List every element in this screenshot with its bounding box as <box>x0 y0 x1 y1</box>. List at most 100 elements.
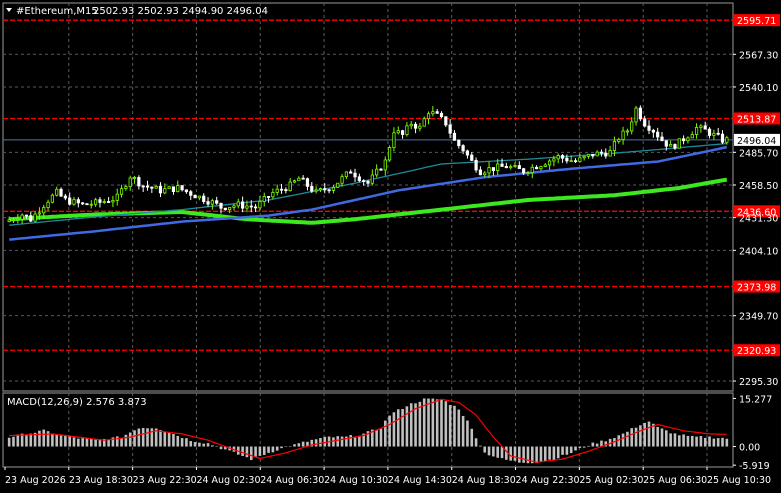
macd-histogram-bar <box>163 431 167 447</box>
candle-body <box>42 207 46 214</box>
candle-body <box>150 186 154 189</box>
candle-body <box>418 125 422 129</box>
candle-body <box>452 132 457 141</box>
macd-tick-label: -5.919 <box>739 461 770 472</box>
macd-histogram-bar <box>621 433 625 447</box>
candle-body <box>630 121 634 132</box>
candle-body <box>556 155 560 160</box>
macd-histogram-bar <box>409 403 413 447</box>
candle-body <box>37 212 42 215</box>
macd-histogram-bar <box>474 438 478 447</box>
macd-histogram-bar <box>708 436 711 447</box>
macd-histogram-bar <box>275 446 279 451</box>
candle-body <box>595 151 599 157</box>
candle-body <box>210 200 214 205</box>
macd-histogram-bar <box>297 443 301 447</box>
macd-histogram-bar <box>245 446 249 458</box>
candle-body <box>712 132 716 136</box>
level-label: 2320.93 <box>737 346 776 357</box>
candle-body <box>392 132 396 148</box>
candle-body <box>197 195 201 199</box>
candle-body <box>171 186 176 193</box>
macd-histogram-bar <box>716 438 720 447</box>
macd-histogram-bar <box>193 442 197 447</box>
macd-label: MACD(12,26,9) 2.576 3.873 <box>7 397 147 408</box>
candle-body <box>145 185 150 188</box>
macd-histogram-bar <box>401 408 404 447</box>
candle-body <box>323 188 327 191</box>
candle-body <box>457 139 461 147</box>
macd-histogram-bar <box>647 421 651 447</box>
candle-body <box>578 157 582 162</box>
chart-canvas[interactable]: 2595.712513.872436.602373.982320.932496.… <box>0 0 781 489</box>
macd-histogram-bar <box>314 439 318 447</box>
candle-body <box>85 203 89 206</box>
candle-body <box>517 165 521 170</box>
macd-histogram-bar <box>543 446 547 462</box>
candle-body <box>301 177 305 180</box>
macd-histogram-bar <box>561 446 564 455</box>
candle-body <box>543 164 547 167</box>
candle-body <box>625 130 630 133</box>
candle-body <box>314 189 318 192</box>
macd-histogram-bar <box>59 434 63 447</box>
candle-body <box>236 201 240 207</box>
macd-histogram-bar <box>535 446 538 464</box>
time-tick-label: 24 Aug 10:30 <box>324 475 388 486</box>
candle-body <box>539 166 543 170</box>
candle-body <box>81 202 85 205</box>
macd-histogram-bar <box>215 446 218 448</box>
ohlc-values: 2502.93 2502.93 2494.90 2496.04 <box>93 6 268 17</box>
candle-body <box>206 201 210 205</box>
level-label: 2595.71 <box>737 16 776 27</box>
macd-histogram-bar <box>682 434 685 447</box>
candle-body <box>375 168 379 176</box>
candle-body <box>621 130 625 140</box>
price-tick-label: 2540.10 <box>739 83 778 94</box>
candle-body <box>362 180 366 182</box>
candle-body <box>50 194 54 203</box>
macd-histogram-bar <box>271 446 275 453</box>
candle-body <box>29 215 33 222</box>
macd-histogram-bar <box>492 446 495 457</box>
candle-body <box>396 130 400 134</box>
macd-histogram-bar <box>202 443 206 447</box>
candle-body <box>223 207 227 211</box>
candle-body <box>660 136 664 142</box>
candle-body <box>707 128 712 136</box>
candle-body <box>115 193 119 201</box>
macd-histogram-bar <box>124 434 128 447</box>
macd-histogram-bar <box>146 428 149 447</box>
macd-histogram-bar <box>85 438 89 447</box>
candle-body <box>20 214 24 220</box>
candle-body <box>591 153 595 157</box>
candle-body <box>686 137 690 142</box>
macd-histogram-bar <box>176 435 180 447</box>
candle-body <box>474 160 478 171</box>
macd-histogram-bar <box>115 436 119 447</box>
macd-histogram-bar <box>180 438 184 447</box>
candle-body <box>439 112 444 118</box>
macd-histogram-bar <box>652 423 655 447</box>
candle-body <box>608 150 612 157</box>
candle-body <box>24 214 29 217</box>
macd-histogram-bar <box>388 415 391 447</box>
candle-body <box>59 188 63 197</box>
candle-body <box>305 178 310 187</box>
candle-body <box>699 125 703 128</box>
candle-body <box>656 131 660 138</box>
macd-histogram-bar <box>435 399 439 447</box>
candle-body <box>258 201 262 209</box>
candle-body <box>677 138 681 149</box>
candle-body <box>604 152 608 157</box>
macd-histogram-bar <box>548 446 551 460</box>
candle-body <box>357 176 361 181</box>
macd-histogram-bar <box>189 441 193 447</box>
chart-window[interactable]: 2595.71 2513.87 2436.60 2373.98 2320.93 2496.… <box>0 0 781 489</box>
macd-histogram-bar <box>211 445 214 447</box>
macd-histogram-bar <box>396 409 400 447</box>
macd-histogram-bar <box>660 428 664 447</box>
candle-body <box>137 177 141 187</box>
macd-histogram-bar <box>565 446 569 455</box>
chart-header: #Ethereum,M15 2502.93 2502.93 2494.90 24… <box>6 6 268 17</box>
